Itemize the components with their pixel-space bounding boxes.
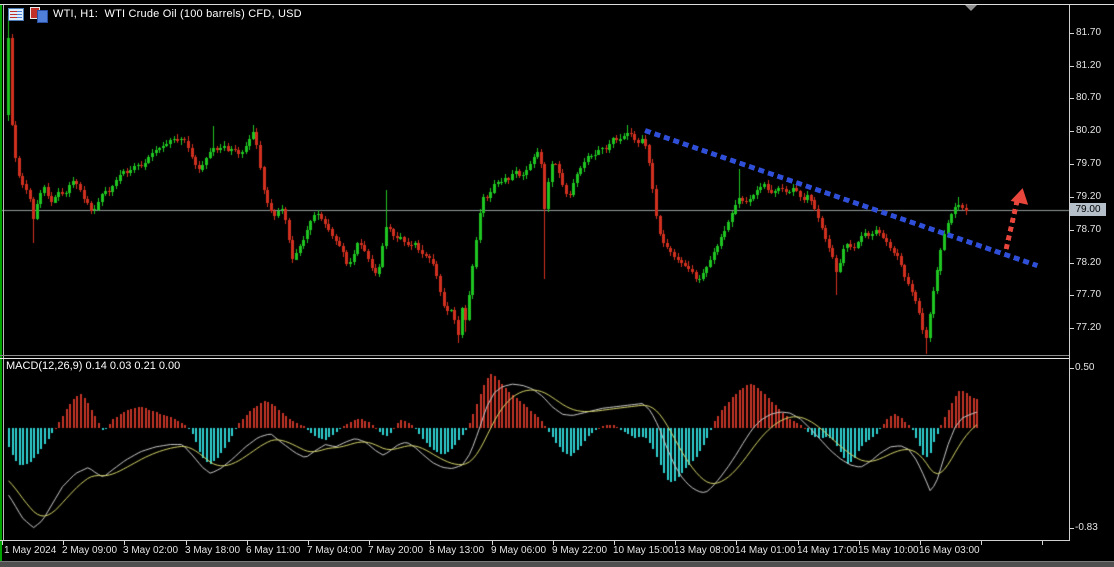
price-axis-label: 77.20	[1076, 322, 1102, 333]
time-tick	[981, 541, 982, 545]
tick-table-icon	[8, 7, 24, 21]
chart-window-icon	[30, 7, 48, 23]
top-border	[0, 4, 1114, 5]
time-axis-label: 7 May 04:00	[307, 545, 363, 556]
price-axis-label: 78.20	[1076, 257, 1102, 268]
time-axis-label: 13 May 08:00	[674, 545, 735, 556]
pane-left-border	[3, 5, 4, 540]
time-axis-label: 8 May 13:00	[429, 545, 485, 556]
macd-axis-label: -0.83	[1075, 522, 1098, 533]
chart-title-bar: WTI, H1: WTI Crude Oil (100 barrels) CFD…	[8, 7, 302, 23]
time-axis-label: 9 May 06:00	[491, 545, 547, 556]
bottom-strip	[0, 561, 1114, 567]
time-axis-label: 3 May 18:00	[185, 545, 241, 556]
time-axis-label: 16 May 03:00	[919, 545, 980, 556]
pane-separator-bottom[interactable]	[0, 358, 1069, 359]
macd-indicator-label: MACD(12,26,9) 0.14 0.03 0.21 0.00	[6, 360, 181, 372]
price-axis-label: 79.70	[1076, 158, 1102, 169]
price-axis-label: 80.70	[1076, 92, 1102, 103]
price-axis-line	[1069, 5, 1070, 540]
time-axis-label: 14 May 17:00	[797, 545, 858, 556]
price-axis-label: 78.70	[1076, 224, 1102, 235]
chart-window: WTI, H1: WTI Crude Oil (100 barrels) CFD…	[0, 0, 1114, 567]
current-price-badge: 79.00	[1070, 203, 1106, 216]
time-axis-line	[0, 540, 1070, 541]
macd-axis-label: 0.50	[1075, 362, 1095, 373]
time-axis-label: 15 May 10:00	[858, 545, 919, 556]
time-axis-label: 10 May 15:00	[613, 545, 674, 556]
time-axis-label: 14 May 01:00	[735, 545, 796, 556]
chart-title: WTI, H1: WTI Crude Oil (100 barrels) CFD…	[53, 8, 302, 20]
time-axis-label: 9 May 22:00	[552, 545, 608, 556]
chart-canvas[interactable]	[0, 0, 1114, 567]
pane-separator-top	[0, 355, 1069, 356]
price-axis-label: 80.20	[1076, 125, 1102, 136]
price-axis-label: 81.70	[1076, 27, 1102, 38]
time-tick	[1042, 541, 1043, 545]
time-axis-label: 3 May 02:00	[123, 545, 179, 556]
left-green-border	[0, 5, 2, 561]
time-axis-label: 1 May 2024	[4, 545, 57, 556]
time-axis-label: 2 May 09:00	[62, 545, 118, 556]
time-axis-label: 6 May 11:00	[246, 545, 301, 556]
time-axis-label: 7 May 20:00	[368, 545, 424, 556]
time-tick	[2, 541, 3, 545]
price-axis-label: 77.70	[1076, 289, 1102, 300]
chart-shift-marker-icon[interactable]	[965, 5, 977, 11]
price-axis-label: 81.20	[1076, 60, 1102, 71]
price-axis-label: 79.20	[1076, 191, 1102, 202]
